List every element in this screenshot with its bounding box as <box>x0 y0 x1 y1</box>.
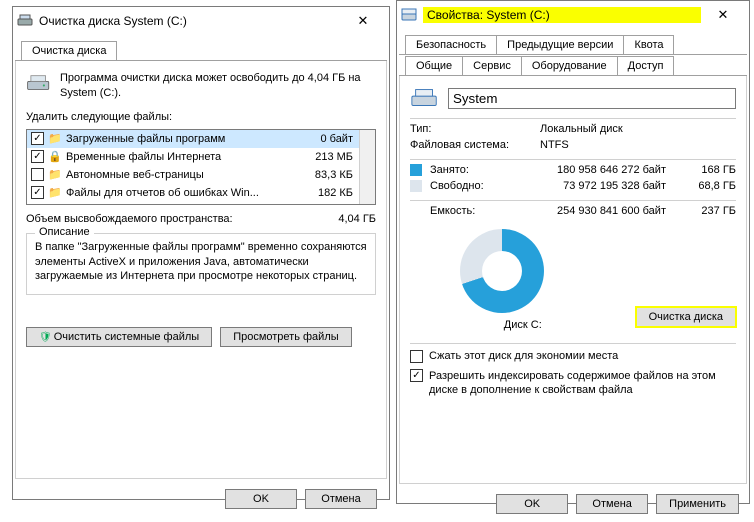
checkbox-icon[interactable]: ✓ <box>31 132 44 145</box>
free-gb: 68,8 ГБ <box>686 180 736 192</box>
drive-properties-window: Свойства: System (C:) ✕ БезопасностьПред… <box>396 0 750 504</box>
disk-cleanup-icon <box>17 13 33 29</box>
description-title: Описание <box>35 226 94 238</box>
usage-pie-chart <box>460 229 544 313</box>
cleanup-intro: Программа очистки диска может освободить… <box>60 71 376 101</box>
checkbox-icon: ✓ <box>410 369 423 382</box>
list-item[interactable]: ✓📁Файлы для отчетов об ошибках Win...182… <box>27 184 375 202</box>
capacity-gb: 237 ГБ <box>686 205 736 217</box>
compress-label: Сжать этот диск для экономии места <box>429 350 618 362</box>
drive-name-input[interactable] <box>448 88 736 109</box>
file-list: ✓📁Загруженные файлы программ0 байт✓🔒Врем… <box>26 129 376 205</box>
disk-caption: Диск C: <box>410 319 636 331</box>
checkbox-icon[interactable] <box>31 168 44 181</box>
list-item-label: Загруженные файлы программ <box>66 133 307 145</box>
props-title: Свойства: System (C:) <box>423 7 701 23</box>
type-value: Локальный диск <box>540 123 623 135</box>
cleanup-titlebar: Очистка диска System (C:) ✕ <box>13 7 389 35</box>
props-cancel-button[interactable]: Отмена <box>576 494 648 514</box>
used-bytes: 180 958 646 272 байт <box>520 164 686 176</box>
tab-cleanup[interactable]: Очистка диска <box>21 41 117 60</box>
checkbox-icon[interactable]: ✓ <box>31 186 44 199</box>
clean-system-files-label: Очистить системные файлы <box>54 331 199 343</box>
index-label: Разрешить индексировать содержимое файло… <box>429 369 736 398</box>
cleanup-ok-button[interactable]: OK <box>225 489 297 509</box>
delete-files-label: Удалить следующие файлы: <box>26 111 376 123</box>
capacity-bytes: 254 930 841 600 байт <box>520 205 686 217</box>
free-bytes: 73 972 195 328 байт <box>520 180 686 192</box>
used-label: Занято: <box>430 164 520 176</box>
tab-доступ[interactable]: Доступ <box>617 56 675 75</box>
folder-icon: 📁 <box>48 186 62 200</box>
props-apply-button[interactable]: Применить <box>656 494 739 514</box>
checkbox-icon <box>410 350 423 363</box>
scrollbar[interactable] <box>359 130 375 204</box>
cleanup-tabs: Очистка диска Программа очистки диска мо… <box>15 39 387 479</box>
folder-icon: 📁 <box>48 168 62 182</box>
close-icon[interactable]: ✕ <box>701 3 745 27</box>
description-group: Описание В папке "Загруженные файлы прог… <box>26 233 376 296</box>
spacer <box>410 205 422 217</box>
list-item-label: Автономные веб-страницы <box>66 169 307 181</box>
type-label: Тип: <box>410 123 540 135</box>
tab-оборудование[interactable]: Оборудование <box>521 56 618 75</box>
file-list-body: ✓📁Загруженные файлы программ0 байт✓🔒Врем… <box>27 130 375 202</box>
folder-icon: 📁 <box>48 132 62 146</box>
free-label: Свободно: <box>430 180 520 192</box>
drive-icon <box>401 7 417 23</box>
lock-icon: 🔒 <box>48 150 62 164</box>
free-space-label: Объем высвобождаемого пространства: <box>26 213 338 225</box>
index-checkbox[interactable]: ✓ Разрешить индексировать содержимое фай… <box>410 369 736 398</box>
tab-предыдущие версии[interactable]: Предыдущие версии <box>496 35 624 54</box>
tab-общие[interactable]: Общие <box>405 56 463 75</box>
free-space-value: 4,04 ГБ <box>338 213 376 225</box>
description-text: В папке "Загруженные файлы программ" вре… <box>35 240 367 285</box>
drive-large-icon <box>410 86 440 110</box>
free-color-swatch <box>410 180 422 192</box>
fs-label: Файловая система: <box>410 139 540 151</box>
cleanup-title: Очистка диска System (C:) <box>39 14 341 28</box>
disk-icon <box>26 71 52 95</box>
used-color-swatch <box>410 164 422 176</box>
list-item-label: Файлы для отчетов об ошибках Win... <box>66 187 307 199</box>
list-item[interactable]: 📁Автономные веб-страницы83,3 КБ <box>27 166 375 184</box>
list-item[interactable]: ✓🔒Временные файлы Интернета213 МБ <box>27 148 375 166</box>
fs-value: NTFS <box>540 139 569 151</box>
list-item-label: Временные файлы Интернета <box>66 151 307 163</box>
shield-icon: 🛡 <box>39 332 52 343</box>
compress-checkbox[interactable]: Сжать этот диск для экономии места <box>410 350 736 363</box>
disk-cleanup-button[interactable]: Очистка диска <box>636 307 736 327</box>
props-ok-button[interactable]: OK <box>496 494 568 514</box>
tab-сервис[interactable]: Сервис <box>462 56 522 75</box>
disk-cleanup-window: Очистка диска System (C:) ✕ Очистка диск… <box>12 6 390 500</box>
capacity-label: Емкость: <box>430 205 520 217</box>
props-titlebar: Свойства: System (C:) ✕ <box>397 1 749 29</box>
tab-безопасность[interactable]: Безопасность <box>405 35 497 54</box>
used-gb: 168 ГБ <box>686 164 736 176</box>
clean-system-files-button[interactable]: 🛡 Очистить системные файлы <box>26 327 212 347</box>
close-icon[interactable]: ✕ <box>341 9 385 33</box>
checkbox-icon[interactable]: ✓ <box>31 150 44 163</box>
tab-квота[interactable]: Квота <box>623 35 674 54</box>
list-item[interactable]: ✓📁Загруженные файлы программ0 байт <box>27 130 375 148</box>
view-files-button[interactable]: Просмотреть файлы <box>220 327 351 347</box>
cleanup-cancel-button[interactable]: Отмена <box>305 489 377 509</box>
props-tabs: БезопасностьПредыдущие версииКвота Общие… <box>399 33 747 484</box>
